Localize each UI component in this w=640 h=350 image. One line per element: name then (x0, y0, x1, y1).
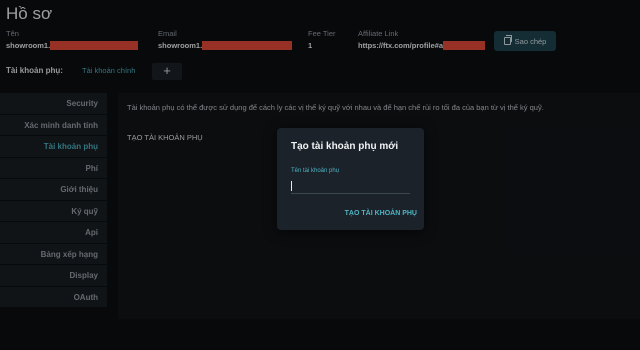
create-subaccount-button[interactable]: TẠO TÀI KHOẢN PHỤ (339, 210, 417, 222)
dialog-title: Tạo tài khoản phụ mới (291, 141, 399, 152)
text-caret (291, 181, 292, 191)
subaccount-name-input[interactable] (291, 178, 410, 194)
subaccount-name-label: Tên tài khoản phụ (291, 168, 340, 174)
create-subaccount-dialog: Tạo tài khoản phụ mới Tên tài khoản phụ … (277, 128, 424, 230)
